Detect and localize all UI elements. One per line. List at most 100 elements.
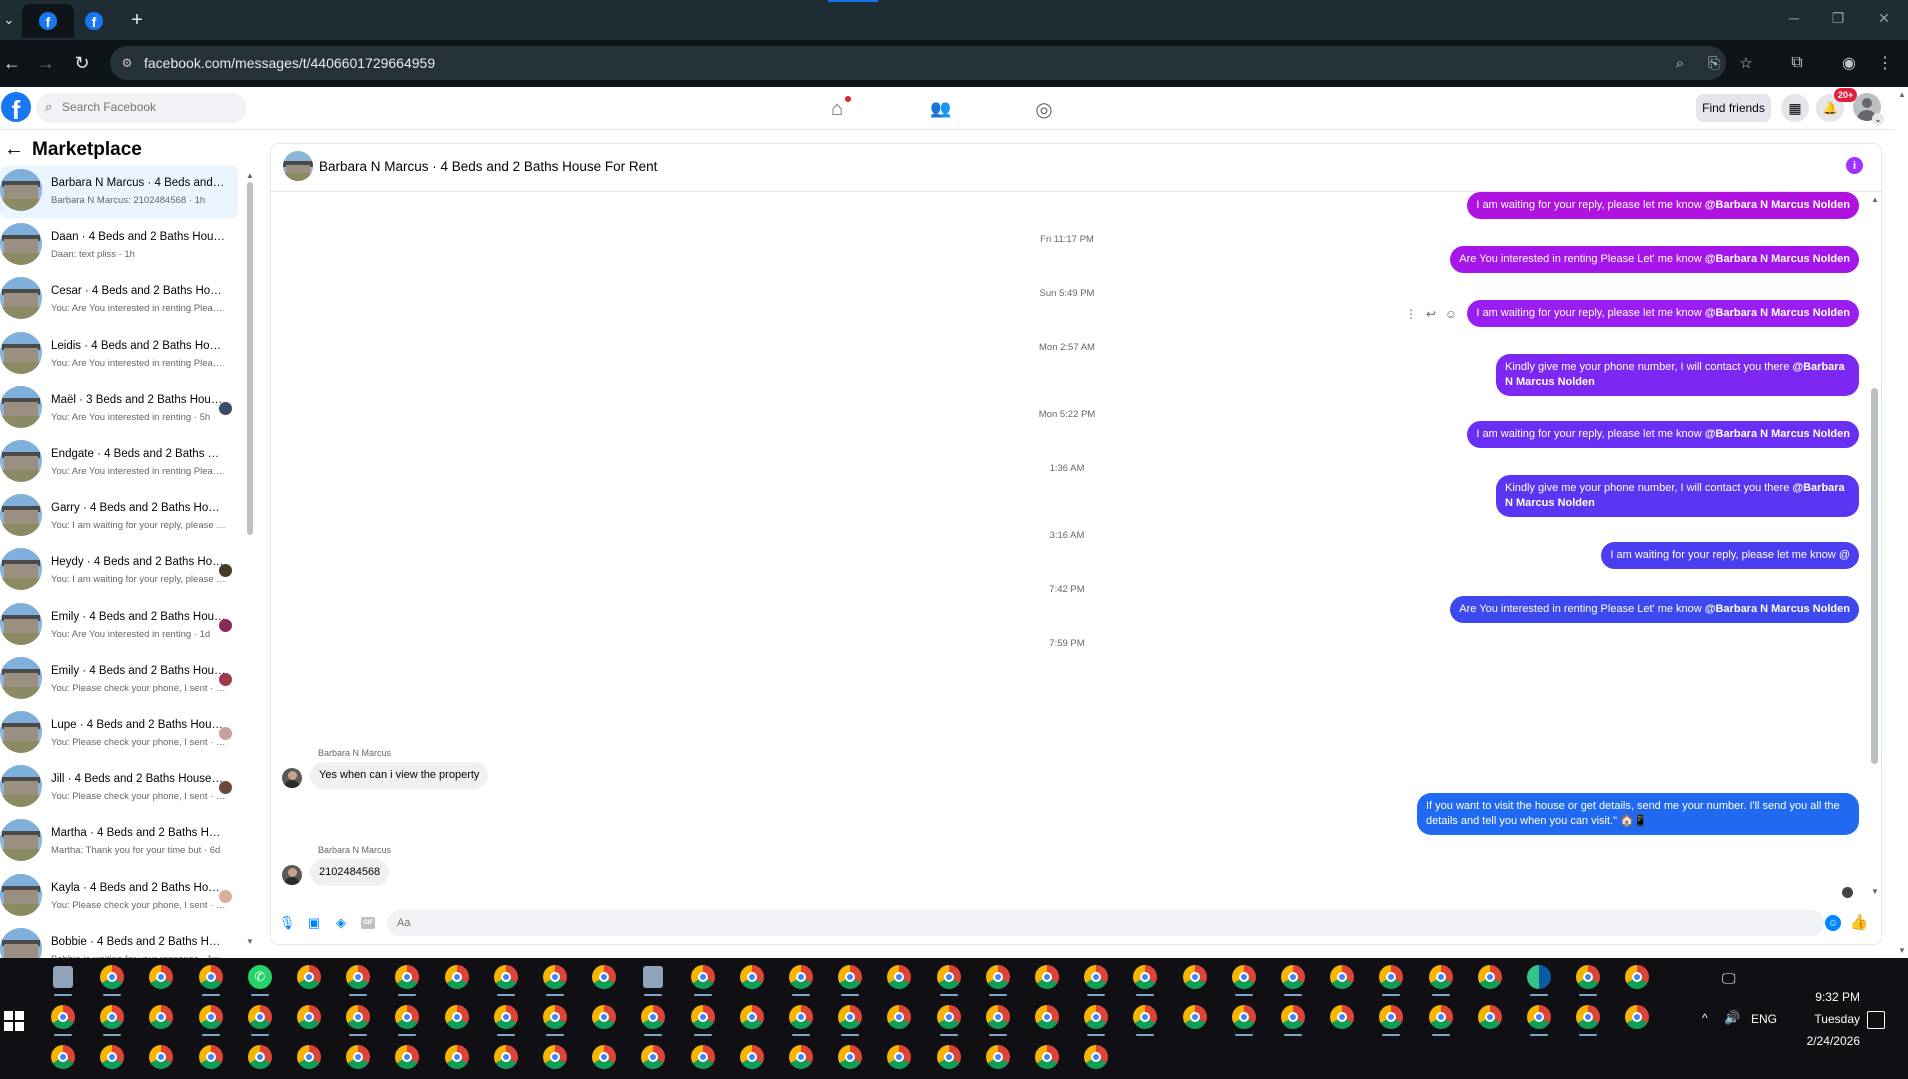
scroll-up-arrow-icon[interactable]: ▲ bbox=[1870, 194, 1880, 204]
taskbar-app[interactable] bbox=[1077, 958, 1115, 996]
taskbar-app[interactable] bbox=[1618, 998, 1656, 1036]
forward-button[interactable]: → bbox=[34, 51, 58, 75]
scroll-up-arrow-icon[interactable]: ▲ bbox=[245, 170, 255, 180]
facebook-logo-icon[interactable]: f bbox=[1, 92, 31, 122]
taskbar-app[interactable] bbox=[1077, 1038, 1115, 1076]
taskbar-app[interactable] bbox=[44, 958, 82, 996]
install-app-icon[interactable]: ⎘ bbox=[1704, 53, 1724, 73]
thumbs-up-icon[interactable]: 👍 bbox=[1850, 913, 1869, 931]
extensions-icon[interactable]: ⧉ bbox=[1786, 52, 1808, 74]
taskbar-app[interactable] bbox=[1225, 958, 1263, 996]
listing-avatar[interactable] bbox=[283, 151, 313, 181]
conversation-item[interactable]: Emily · 4 Beds and 2 Baths House For Ren… bbox=[0, 654, 238, 706]
clock-day[interactable]: Tuesday bbox=[1780, 1012, 1860, 1026]
taskbar-app[interactable] bbox=[684, 1038, 722, 1076]
taskbar-app[interactable] bbox=[1176, 958, 1214, 996]
outgoing-message[interactable]: If you want to visit the house or get de… bbox=[1417, 793, 1859, 835]
taskbar-app[interactable] bbox=[1323, 998, 1361, 1036]
reply-icon[interactable]: ↩ bbox=[1424, 307, 1438, 321]
url-text[interactable]: facebook.com/messages/t/4406601729664959 bbox=[144, 55, 435, 71]
taskbar-app[interactable] bbox=[733, 958, 771, 996]
taskbar-app[interactable] bbox=[782, 998, 820, 1036]
taskbar-app[interactable] bbox=[1225, 998, 1263, 1036]
taskbar-app[interactable] bbox=[733, 1038, 771, 1076]
taskbar-app[interactable] bbox=[1028, 1038, 1066, 1076]
taskbar-app[interactable] bbox=[1471, 958, 1509, 996]
microphone-icon[interactable]: 🎙 bbox=[279, 915, 296, 931]
taskbar-app[interactable] bbox=[388, 998, 426, 1036]
conversation-list[interactable]: Barbara N Marcus · 4 Beds and 2 Baths Ho… bbox=[0, 166, 240, 958]
outgoing-message[interactable]: Kindly give me your phone number, I will… bbox=[1496, 475, 1859, 517]
sidebar-scrollbar[interactable]: ▲ ▼ bbox=[245, 170, 255, 946]
conversation-item[interactable]: Garry · 4 Beds and 2 Baths House For Ren… bbox=[0, 491, 238, 543]
message-input[interactable] bbox=[387, 910, 1824, 936]
taskbar-app[interactable] bbox=[880, 998, 918, 1036]
new-tab-button[interactable]: + bbox=[126, 9, 148, 31]
taskbar-app[interactable] bbox=[192, 958, 230, 996]
sticker-icon[interactable]: ◈ bbox=[333, 915, 349, 931]
address-bar[interactable]: ⚙ facebook.com/messages/t/44066017296649… bbox=[110, 46, 1753, 80]
taskbar-app[interactable] bbox=[388, 1038, 426, 1076]
taskbar-app[interactable] bbox=[536, 958, 574, 996]
friends-icon[interactable]: 👥 bbox=[928, 96, 954, 122]
taskbar-app[interactable] bbox=[1372, 998, 1410, 1036]
emoji-icon[interactable]: ☺ bbox=[1825, 915, 1841, 931]
react-emoji-icon[interactable]: ☺ bbox=[1444, 307, 1458, 321]
taskbar-app[interactable] bbox=[782, 958, 820, 996]
outgoing-message[interactable]: Are You interested in renting Please Let… bbox=[1450, 246, 1859, 273]
taskbar-app[interactable] bbox=[438, 958, 476, 996]
taskbar-app[interactable] bbox=[831, 958, 869, 996]
scroll-down-arrow-icon[interactable]: ▼ bbox=[1870, 886, 1880, 896]
taskbar-app[interactable] bbox=[44, 1038, 82, 1076]
outgoing-message[interactable]: I am waiting for your reply, please let … bbox=[1467, 192, 1859, 219]
chat-title[interactable]: Barbara N Marcus · 4 Beds and 2 Baths Ho… bbox=[319, 159, 657, 174]
scroll-down-arrow-icon[interactable]: ▼ bbox=[1897, 945, 1907, 955]
taskbar-app[interactable] bbox=[290, 958, 328, 996]
outgoing-message[interactable]: Kindly give me your phone number, I will… bbox=[1496, 354, 1859, 396]
incoming-message[interactable]: Yes when can i view the property bbox=[310, 762, 489, 789]
search-input[interactable] bbox=[62, 100, 237, 114]
taskbar-app[interactable] bbox=[1323, 958, 1361, 996]
conversation-item[interactable]: Jill · 4 Beds and 2 Baths House For Rent… bbox=[0, 762, 238, 814]
taskbar-app[interactable] bbox=[684, 958, 722, 996]
clock-date[interactable]: 2/24/2026 bbox=[1780, 1034, 1860, 1048]
taskbar-app[interactable] bbox=[1176, 998, 1214, 1036]
taskbar-app[interactable] bbox=[831, 998, 869, 1036]
chat-scrollbar[interactable]: ▲ ▼ bbox=[1868, 192, 1881, 898]
taskbar-app[interactable] bbox=[339, 958, 377, 996]
taskbar-app[interactable] bbox=[831, 1038, 869, 1076]
back-button[interactable]: ← bbox=[0, 51, 24, 75]
taskbar-app[interactable] bbox=[487, 998, 525, 1036]
taskbar-app[interactable] bbox=[1274, 998, 1312, 1036]
taskbar-app[interactable] bbox=[142, 998, 180, 1036]
taskbar-app[interactable] bbox=[684, 998, 722, 1036]
site-info-icon[interactable]: ⚙ bbox=[118, 54, 136, 72]
reload-button[interactable]: ↻ bbox=[70, 51, 94, 75]
taskbar-app[interactable] bbox=[930, 958, 968, 996]
taskbar-app[interactable] bbox=[585, 998, 623, 1036]
taskbar-app[interactable] bbox=[585, 1038, 623, 1076]
conversation-item[interactable]: Emily · 4 Beds and 2 Baths House For Ren… bbox=[0, 600, 238, 652]
scroll-up-arrow-icon[interactable]: ▲ bbox=[1897, 89, 1907, 99]
taskbar-app[interactable] bbox=[536, 1038, 574, 1076]
zoom-icon[interactable]: ⌕ bbox=[1670, 53, 1690, 73]
taskbar-app[interactable] bbox=[1422, 958, 1460, 996]
tab-search-dropdown[interactable]: ⌄ bbox=[0, 8, 18, 32]
taskbar-app[interactable] bbox=[634, 1038, 672, 1076]
taskbar-app[interactable] bbox=[438, 1038, 476, 1076]
taskbar-app[interactable] bbox=[1028, 998, 1066, 1036]
taskbar-app[interactable] bbox=[1422, 998, 1460, 1036]
taskbar-app[interactable] bbox=[192, 998, 230, 1036]
conversation-item[interactable]: Lupe · 4 Beds and 2 Baths House For Rent… bbox=[0, 708, 238, 760]
taskbar-app[interactable] bbox=[93, 1038, 131, 1076]
incoming-message[interactable]: 2102484568 bbox=[310, 859, 390, 886]
bookmark-star-icon[interactable]: ☆ bbox=[1736, 53, 1756, 73]
tab-facebook-messages[interactable]: f bbox=[22, 4, 74, 38]
mention[interactable]: @Barbara N Marcus Nolden bbox=[1705, 199, 1850, 211]
info-icon[interactable]: i bbox=[1846, 157, 1863, 174]
conversation-item[interactable]: Heydy · 4 Beds and 2 Baths House For Ren… bbox=[0, 545, 238, 597]
taskbar-app[interactable]: ✆ bbox=[241, 958, 279, 996]
taskbar-app[interactable] bbox=[880, 958, 918, 996]
taskbar-app[interactable] bbox=[930, 1038, 968, 1076]
chevron-down-icon[interactable]: ⌄ bbox=[1872, 113, 1884, 125]
